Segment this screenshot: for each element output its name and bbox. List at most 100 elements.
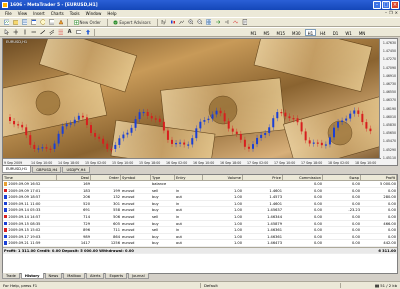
autoscroll-button[interactable]	[214, 19, 221, 26]
menu-view[interactable]: View	[15, 11, 31, 16]
line-chart-button[interactable]	[178, 19, 185, 26]
timeframe-m30[interactable]: M30	[289, 29, 304, 36]
menu-charts[interactable]: Charts	[48, 11, 67, 16]
menu-tools[interactable]: Tools	[67, 11, 83, 16]
tab-alerts[interactable]: Alerts	[86, 273, 105, 279]
text-label-icon	[76, 30, 81, 34]
timeframe-mn[interactable]: MN	[356, 29, 368, 36]
terminal-button[interactable]	[48, 19, 55, 26]
arrows-button[interactable]	[84, 29, 91, 36]
column-header-swap[interactable]: Swap	[323, 175, 361, 180]
equidistant-channel-button[interactable]	[48, 29, 55, 36]
menu-window[interactable]: Window	[83, 11, 105, 16]
table-row[interactable]: 2009.09.09 18:57 206 132 eurusd buy out 1.00 1.…	[3, 194, 397, 201]
candlestick-chart-button[interactable]	[169, 19, 176, 26]
column-header-type[interactable]: Type	[151, 175, 175, 180]
table-row[interactable]: 2009.09.09 17:01 183 199 eurusd sell in 1.00 1.…	[3, 188, 397, 195]
minimize-button[interactable]: –	[373, 1, 381, 9]
cell-price-text: 1.4601	[269, 201, 282, 206]
tab-history[interactable]: History	[20, 273, 44, 279]
cell-order-text: 558	[113, 208, 120, 213]
column-header-time[interactable]: Time	[3, 175, 57, 180]
cell-price-text: 1.45637	[267, 208, 282, 213]
templates-button[interactable]	[241, 19, 248, 26]
mdi-restore-button[interactable]: ❐	[389, 10, 393, 15]
timeframe-d1[interactable]: D1	[330, 29, 342, 36]
crosshair-button[interactable]	[12, 29, 19, 36]
timeframe-h4[interactable]: H4	[317, 29, 329, 36]
expert-advisors-button[interactable]: Expert Advisors	[110, 19, 153, 26]
tab-news[interactable]: News	[44, 273, 63, 279]
maximize-button[interactable]: □	[382, 1, 390, 9]
candle-body	[296, 118, 299, 123]
close-button[interactable]: ×	[391, 1, 399, 9]
time-tick-label: 15 Sep 10:00	[112, 160, 134, 165]
table-row[interactable]: 2009.09.21 11:59 1417 1256 eurusd buy out 1.00…	[3, 240, 397, 247]
timeframe-w1[interactable]: W1	[342, 29, 355, 36]
candle-body	[37, 148, 40, 150]
new-order-button[interactable]: New Order	[71, 19, 104, 26]
cell-symbol-text: eurusd	[122, 241, 135, 246]
menu-insert[interactable]: Insert	[30, 11, 47, 16]
column-header-commission[interactable]: Commission	[283, 175, 323, 180]
mdi-close-button[interactable]: ×	[395, 10, 398, 15]
chart-tab-eurusd[interactable]: EURUSD,H1	[2, 166, 32, 173]
price-tick-label: 1.47090	[382, 65, 396, 70]
cell-time-text: 2009.09.15 15:02	[8, 228, 41, 233]
column-header-volume[interactable]: Volume	[203, 175, 243, 180]
bar-chart-button[interactable]	[160, 19, 167, 26]
candle-body	[9, 117, 11, 121]
timeframe-m5[interactable]: M5	[261, 29, 273, 36]
table-row[interactable]: 2009.09.17 19:03 989 864 eurusd buy out 1.00 1.…	[3, 234, 397, 241]
column-header-order[interactable]: Order	[91, 175, 121, 180]
zoom-out-button[interactable]	[196, 19, 203, 26]
chart-shift-button[interactable]	[223, 19, 230, 26]
cell-time: 2009.09.09 17:01	[3, 188, 57, 194]
timeframe-m1[interactable]: M1	[248, 29, 260, 36]
column-header-price[interactable]: Price	[243, 175, 283, 180]
table-row[interactable]: 2009.09.11 11:00 520 301 eurusd buy in 1.00 1.4…	[3, 201, 397, 208]
tab-experts[interactable]: Experts	[105, 273, 128, 279]
fibonacci-button[interactable]	[57, 29, 64, 36]
column-header-entry[interactable]: Entry	[175, 175, 203, 180]
table-row[interactable]: 2009.09.14 05:33 691 558 eurusd buy out 1.00 1.…	[3, 207, 397, 214]
table-row[interactable]: 2009.09.15 15:02 896 711 eurusd sell in 1.00 1.…	[3, 227, 397, 234]
table-row[interactable]: 2009.09.09 16:52 169 balance 0.00 0.00 5 000.…	[3, 181, 397, 188]
cell-time-text: 2009.09.09 16:52	[8, 182, 41, 186]
candle-body	[252, 144, 254, 149]
timeframe-m15[interactable]: M15	[274, 29, 289, 36]
chart-tab-usdjpy[interactable]: USDJPY,H4	[62, 167, 90, 173]
profiles-button[interactable]	[12, 19, 19, 26]
navigator-button[interactable]	[39, 19, 46, 26]
cell-volume: 1.00	[203, 234, 243, 240]
vertical-line-button[interactable]	[21, 29, 28, 36]
zoom-in-button[interactable]	[187, 19, 194, 26]
text-tool-button[interactable]: A	[66, 29, 73, 36]
cell-price-text: 1.4573	[269, 195, 282, 200]
horizontal-line-button[interactable]	[30, 29, 37, 36]
chart-tab-gbpusd[interactable]: GBPUSD,H4	[32, 167, 62, 173]
strategy-tester-button[interactable]	[57, 19, 64, 26]
data-window-button[interactable]	[30, 19, 37, 26]
new-chart-button[interactable]	[3, 19, 10, 26]
menu-help[interactable]: Help	[104, 11, 119, 16]
cursor-button[interactable]	[3, 29, 10, 36]
tab-journal[interactable]: Journal	[128, 273, 149, 279]
tab-mailbox[interactable]: Mailbox	[63, 273, 86, 279]
mdi-minimize-button[interactable]: –	[385, 10, 387, 15]
trendline-button[interactable]	[39, 29, 46, 36]
menu-file[interactable]: File	[2, 11, 15, 16]
tab-trade[interactable]: Trade	[2, 273, 20, 279]
table-row[interactable]: 2009.09.14 14:57 714 506 eurusd sell in 1.00 1.…	[3, 214, 397, 221]
indicators-button[interactable]	[232, 19, 239, 26]
cell-deal-text: 989	[83, 234, 90, 239]
text-label-button[interactable]	[75, 29, 82, 36]
timeframe-h1[interactable]: H1	[304, 28, 317, 36]
column-header-deal[interactable]: Deal	[57, 175, 91, 180]
market-watch-button[interactable]	[21, 19, 28, 26]
table-row[interactable]: 2009.09.15 08:35 729 605 eurusd buy out 1.00 1.…	[3, 221, 397, 228]
column-header-symbol[interactable]: Symbol	[121, 175, 151, 180]
price-chart[interactable]: EURUSD,H1 1.47630 1.47450 1.47270 1.47090 1.…	[2, 38, 398, 166]
tile-windows-button[interactable]	[205, 19, 212, 26]
column-header-profit[interactable]: Profit	[361, 175, 397, 180]
